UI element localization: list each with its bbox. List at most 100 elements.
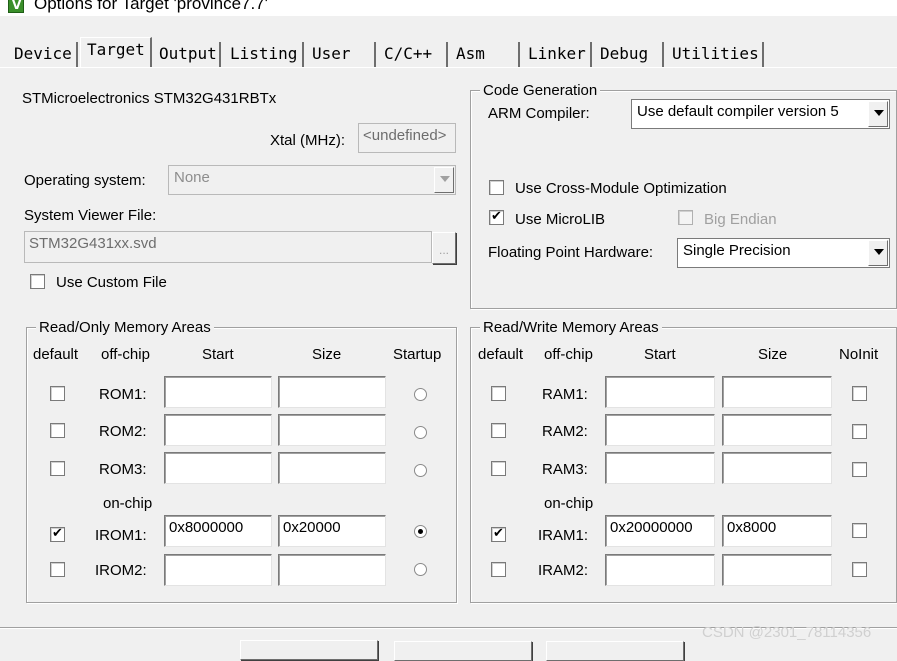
dialog-button-2[interactable] — [394, 641, 532, 661]
irom1-startup-radio[interactable] — [414, 525, 427, 538]
rom1-start-input[interactable] — [164, 376, 272, 408]
rom3-label: ROM3: — [99, 461, 147, 478]
tab-linker[interactable]: Linker — [522, 42, 592, 68]
chevron-down-icon — [434, 167, 454, 193]
tab-output[interactable]: Output — [153, 42, 221, 68]
rom-onchip-label: on-chip — [103, 495, 153, 512]
dialog-button-1[interactable] — [240, 640, 378, 660]
rom-header-offchip: off-chip — [101, 346, 150, 363]
microlib-label: Use MicroLIB — [515, 211, 606, 228]
iram1-noinit-checkbox[interactable] — [852, 523, 867, 538]
xtal-label: Xtal (MHz): — [270, 132, 345, 149]
microlib-checkbox[interactable]: ✔ — [489, 209, 504, 225]
xtal-input[interactable]: <undefined> — [358, 123, 456, 153]
rom-header-start: Start — [202, 346, 234, 363]
check-mark-icon: ✔ — [491, 209, 502, 224]
fpu-select[interactable]: Single Precision — [677, 238, 890, 268]
iram1-size-input[interactable]: 0x8000 — [722, 515, 832, 547]
ram3-start-input[interactable] — [605, 452, 715, 484]
window-title: Options for Target 'province7.7' — [34, 0, 268, 13]
os-select-value: None — [174, 169, 210, 186]
irom2-size-input[interactable] — [278, 554, 386, 586]
tab-debug[interactable]: Debug — [594, 42, 664, 68]
svd-input[interactable]: STM32G431xx.svd — [24, 231, 432, 263]
dialog-button-3[interactable] — [546, 641, 684, 661]
ram2-noinit-checkbox[interactable] — [852, 424, 867, 439]
rom2-start-input[interactable] — [164, 414, 272, 446]
ram-header-noinit: NoInit — [839, 346, 879, 363]
ram3-noinit-checkbox[interactable] — [852, 462, 867, 477]
rom3-size-input[interactable] — [278, 452, 386, 484]
iram2-default-checkbox[interactable] — [491, 562, 506, 577]
ram1-noinit-checkbox[interactable] — [852, 386, 867, 401]
cross-module-checkbox[interactable] — [489, 180, 504, 195]
radio-dot-icon — [418, 529, 423, 534]
irom2-label: IROM2: — [95, 562, 147, 579]
big-endian-label: Big Endian — [704, 211, 777, 228]
title-bar: Options for Target 'province7.7' — [0, 0, 897, 16]
irom1-start-input[interactable]: 0x8000000 — [164, 515, 272, 547]
irom1-size-input[interactable]: 0x20000 — [278, 515, 386, 547]
rom1-label: ROM1: — [99, 386, 147, 403]
tab-device[interactable]: Device — [8, 42, 78, 68]
os-label: Operating system: — [24, 172, 146, 189]
ram2-start-input[interactable] — [605, 414, 715, 446]
ram-group-title: Read/Write Memory Areas — [480, 319, 662, 336]
code-generation-title: Code Generation — [480, 82, 601, 99]
tab-cpp[interactable]: C/C++ — [378, 42, 448, 68]
irom2-startup-radio[interactable] — [414, 563, 427, 576]
ram1-size-input[interactable] — [722, 376, 832, 408]
tab-target[interactable]: Target — [80, 37, 152, 68]
ram2-default-checkbox[interactable] — [491, 423, 506, 438]
irom2-default-checkbox[interactable] — [50, 562, 65, 577]
rom2-startup-radio[interactable] — [414, 426, 427, 439]
ram2-size-input[interactable] — [722, 414, 832, 446]
ram1-start-input[interactable] — [605, 376, 715, 408]
check-mark-icon: ✔ — [493, 526, 504, 541]
iram1-label: IRAM1: — [538, 527, 589, 544]
use-custom-file-label: Use Custom File — [56, 274, 167, 291]
iram2-size-input[interactable] — [722, 554, 832, 586]
iram2-noinit-checkbox[interactable] — [852, 562, 867, 577]
tab-underline — [0, 67, 897, 68]
arm-compiler-label: ARM Compiler: — [488, 105, 590, 122]
ram1-default-checkbox[interactable] — [491, 386, 506, 401]
rom1-startup-radio[interactable] — [414, 388, 427, 401]
rom3-startup-radio[interactable] — [414, 464, 427, 477]
iram1-default-checkbox[interactable]: ✔ — [491, 526, 506, 542]
irom1-default-checkbox[interactable]: ✔ — [50, 526, 65, 542]
ram1-label: RAM1: — [542, 386, 588, 403]
arm-compiler-select[interactable]: Use default compiler version 5 — [631, 99, 890, 129]
svd-label: System Viewer File: — [24, 207, 157, 224]
check-mark-icon: ✔ — [52, 526, 63, 541]
rom-group-title: Read/Only Memory Areas — [36, 319, 214, 336]
arm-compiler-value: Use default compiler version 5 — [637, 103, 839, 120]
ram3-size-input[interactable] — [722, 452, 832, 484]
iram2-start-input[interactable] — [605, 554, 715, 586]
os-select[interactable]: None — [168, 165, 456, 195]
big-endian-checkbox[interactable] — [678, 210, 693, 225]
device-name: STMicroelectronics STM32G431RBTx — [22, 90, 277, 107]
rom1-default-checkbox[interactable] — [50, 386, 65, 401]
rom3-default-checkbox[interactable] — [50, 461, 65, 476]
use-custom-file-checkbox[interactable] — [30, 274, 45, 289]
tab-listing[interactable]: Listing — [224, 42, 304, 68]
ram3-label: RAM3: — [542, 461, 588, 478]
ram-header-default: default — [478, 346, 524, 363]
tab-asm[interactable]: Asm — [450, 42, 520, 68]
ram2-label: RAM2: — [542, 423, 588, 440]
rom1-size-input[interactable] — [278, 376, 386, 408]
watermark: CSDN @2301_78114356 — [702, 624, 872, 641]
irom2-start-input[interactable] — [164, 554, 272, 586]
fpu-select-value: Single Precision — [683, 242, 791, 259]
keil-app-icon — [8, 0, 24, 13]
rom3-start-input[interactable] — [164, 452, 272, 484]
rom2-default-checkbox[interactable] — [50, 423, 65, 438]
iram1-start-input[interactable]: 0x20000000 — [605, 515, 715, 547]
tab-user[interactable]: User — [306, 42, 376, 68]
ram3-default-checkbox[interactable] — [491, 461, 506, 476]
svd-browse-button[interactable]: ... — [432, 232, 456, 264]
cross-module-label: Use Cross-Module Optimization — [515, 180, 727, 197]
rom2-size-input[interactable] — [278, 414, 386, 446]
tab-utilities[interactable]: Utilities — [666, 42, 764, 68]
